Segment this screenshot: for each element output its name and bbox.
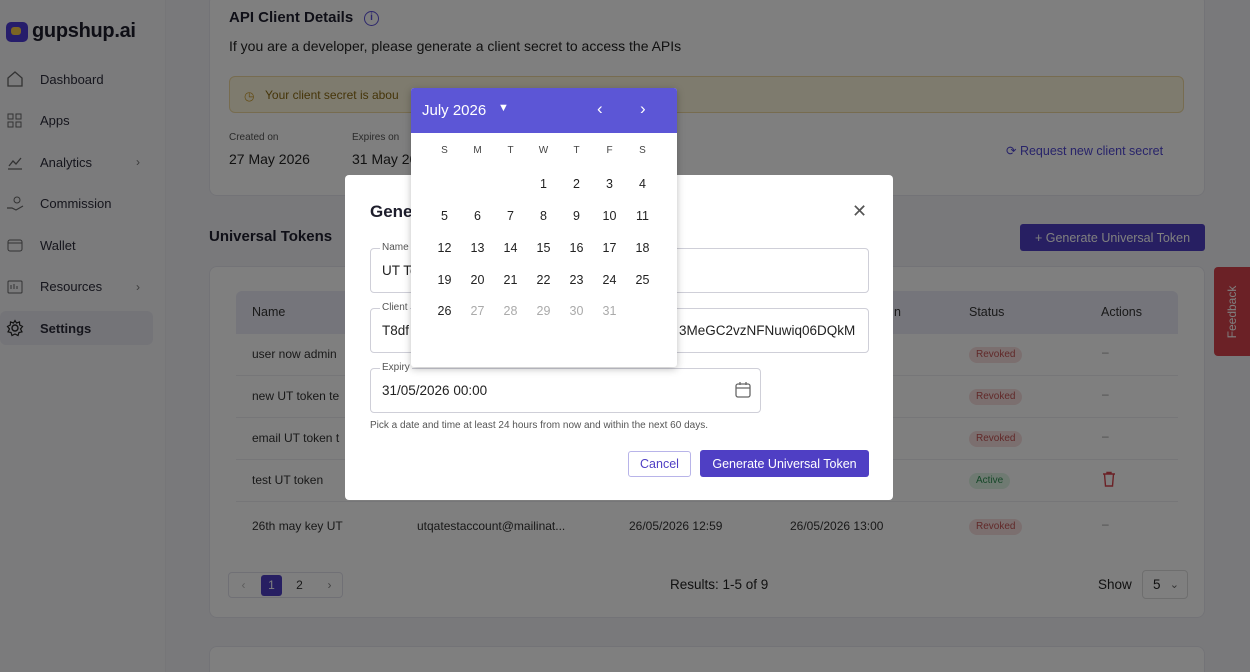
- calendar-day: 27: [470, 304, 485, 318]
- prev-month-icon[interactable]: ‹: [597, 99, 603, 119]
- calendar-day[interactable]: 2: [560, 177, 593, 191]
- calendar-icon[interactable]: [735, 381, 751, 403]
- expiry-field[interactable]: Expiry 31/05/2026 00:00: [370, 362, 761, 413]
- date-picker-header: July 2026 ▼ ‹ ›: [411, 88, 677, 133]
- calendar-day[interactable]: 19: [428, 273, 461, 287]
- calendar-day[interactable]: 9: [560, 209, 593, 223]
- modal-title: Gene: [370, 202, 413, 221]
- expiry-hint: Pick a date and time at least 24 hours f…: [370, 420, 708, 431]
- calendar-day[interactable]: 26: [428, 304, 461, 318]
- calendar-day[interactable]: 7: [494, 209, 527, 223]
- calendar-day[interactable]: 11: [626, 209, 659, 223]
- month-dropdown-icon[interactable]: ▼: [498, 102, 509, 114]
- calendar-day[interactable]: 4: [626, 177, 659, 191]
- client-value-start: T8df: [382, 323, 410, 338]
- app-window: gupshup.ai Dashboard Apps Analytics: [0, 0, 1250, 672]
- calendar-day[interactable]: 1: [527, 177, 560, 191]
- calendar-day[interactable]: 22: [527, 273, 560, 287]
- calendar-day[interactable]: 14: [494, 241, 527, 255]
- calendar-day[interactable]: 3: [593, 177, 626, 191]
- calendar-day[interactable]: 5: [428, 209, 461, 223]
- weekday-label: S: [639, 145, 646, 156]
- client-value-end: 3MeGC2vzNFNuwiq06DQkM: [679, 323, 856, 338]
- weekday-label: T: [573, 145, 580, 156]
- cancel-button[interactable]: Cancel: [628, 451, 691, 477]
- calendar-day[interactable]: 8: [527, 209, 560, 223]
- calendar-day[interactable]: 18: [626, 241, 659, 255]
- calendar-day[interactable]: 23: [560, 273, 593, 287]
- calendar-day: 28: [503, 304, 518, 318]
- close-icon[interactable]: ✕: [852, 201, 867, 222]
- weekday-label: W: [538, 145, 549, 156]
- next-month-icon[interactable]: ›: [640, 99, 646, 119]
- calendar-day[interactable]: 15: [527, 241, 560, 255]
- weekday-label: T: [507, 145, 514, 156]
- calendar-day[interactable]: 24: [593, 273, 626, 287]
- calendar-day[interactable]: 12: [428, 241, 461, 255]
- calendar-day[interactable]: 10: [593, 209, 626, 223]
- calendar-day[interactable]: 6: [461, 209, 494, 223]
- calendar-day[interactable]: 25: [626, 273, 659, 287]
- weekday-label: S: [441, 145, 448, 156]
- calendar-day[interactable]: 16: [560, 241, 593, 255]
- month-year-label[interactable]: July 2026: [422, 102, 486, 119]
- submit-generate-token-button[interactable]: Generate Universal Token: [700, 450, 869, 477]
- calendar-day[interactable]: 17: [593, 241, 626, 255]
- client-label: Client: [380, 302, 410, 313]
- calendar-day[interactable]: 13: [461, 241, 494, 255]
- date-picker: July 2026 ▼ ‹ › SMTWTFS 1 2 3 4 5 6 7 8 9 10 11 12 1…: [411, 88, 677, 367]
- token-name-label: Name: [380, 242, 411, 253]
- calendar-day[interactable]: 21: [494, 273, 527, 287]
- calendar-day: 30: [569, 304, 584, 318]
- calendar-day: 31: [602, 304, 617, 318]
- calendar-day: 29: [536, 304, 551, 318]
- expiry-value: 31/05/2026 00:00: [382, 383, 488, 398]
- weekday-label: M: [473, 145, 482, 156]
- weekday-label: F: [606, 145, 613, 156]
- expiry-label: Expiry: [380, 362, 412, 373]
- calendar-day[interactable]: 20: [461, 273, 494, 287]
